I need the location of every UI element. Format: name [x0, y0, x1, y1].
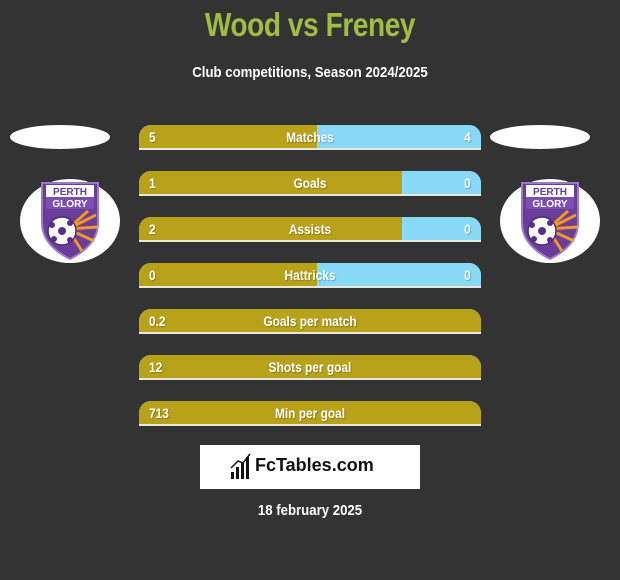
stat-row-goals-per-match: 0.2 Goals per match — [139, 309, 481, 334]
left-club-logo[interactable]: PERTH GLORY — [20, 179, 120, 263]
right-value: 0 — [464, 175, 471, 191]
perth-glory-logo-icon: PERTH GLORY — [521, 182, 579, 261]
left-value: 1 — [149, 175, 156, 191]
svg-text:GLORY: GLORY — [52, 199, 88, 210]
svg-text:GLORY: GLORY — [532, 199, 568, 210]
left-value: 0.2 — [149, 313, 166, 329]
right-value: 0 — [464, 221, 471, 237]
stat-row-min-per-goal: 713 Min per goal — [139, 401, 481, 426]
right-value: 0 — [464, 267, 471, 283]
fctables-brand[interactable]: FcTables.com — [200, 445, 420, 489]
page-subtitle: Club competitions, Season 2024/2025 — [192, 64, 428, 81]
left-value: 5 — [149, 129, 156, 145]
left-value: 12 — [149, 359, 163, 375]
right-club-logo[interactable]: PERTH GLORY — [500, 179, 600, 263]
stat-row-goals: 1 Goals 0 — [139, 171, 481, 196]
perth-glory-logo-icon: PERTH GLORY — [41, 182, 99, 261]
stat-label: Min per goal — [274, 405, 346, 421]
stat-row-shots-per-goal: 12 Shots per goal — [139, 355, 481, 380]
left-player-placeholder — [10, 125, 110, 149]
stat-label: Goals — [293, 175, 327, 191]
right-value: 4 — [464, 129, 471, 145]
svg-text:PERTH: PERTH — [533, 187, 567, 198]
page-title: Wood vs Freney — [204, 6, 416, 43]
svg-text:PERTH: PERTH — [53, 187, 87, 198]
stat-label: Shots per goal — [268, 359, 352, 375]
date-label: 18 february 2025 — [257, 502, 363, 519]
left-value: 0 — [149, 267, 156, 283]
stat-row-matches: 5 Matches 4 — [139, 125, 481, 150]
bar-chart-icon — [230, 453, 251, 479]
stat-label: Assists — [288, 221, 332, 237]
brand-name: FcTables.com — [255, 455, 374, 475]
left-value: 2 — [149, 221, 156, 237]
right-player-placeholder — [490, 125, 590, 149]
stat-row-hattricks: 0 Hattricks 0 — [139, 263, 481, 288]
stat-label: Hattricks — [284, 267, 336, 283]
stat-label: Goals per match — [263, 313, 357, 329]
stat-row-assists: 2 Assists 0 — [139, 217, 481, 242]
stat-label: Matches — [286, 129, 334, 145]
